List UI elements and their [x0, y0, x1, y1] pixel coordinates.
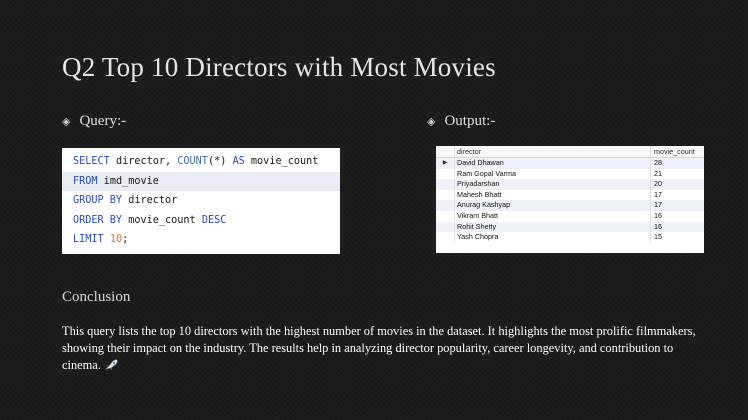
- table-row[interactable]: Anurag Kashyap 17: [436, 200, 704, 211]
- conclusion-heading: Conclusion: [62, 289, 131, 305]
- row-selector[interactable]: [436, 232, 454, 243]
- output-bullet: ◈ Output:-: [427, 113, 495, 130]
- conclusion-paragraph: This query lists the top 10 directors wi…: [62, 323, 702, 374]
- column-header-director[interactable]: director: [454, 146, 650, 157]
- sql-line-4: ORDER BY movie_count DESC: [62, 211, 340, 231]
- column-header-movie-count[interactable]: movie_count: [650, 146, 704, 157]
- sql-keyword: FROM: [73, 175, 98, 187]
- table-row[interactable]: Rohit Shetty 16: [436, 221, 704, 233]
- row-selector[interactable]: [436, 211, 454, 222]
- sql-query-panel: SELECT director, COUNT(*) AS movie_count…: [62, 148, 340, 254]
- row-selector[interactable]: [436, 179, 454, 190]
- table-row[interactable]: Ram Gopal Varma 21: [436, 168, 704, 180]
- sql-number: 10: [109, 234, 123, 245]
- sql-line-2: FROM imd_movie: [62, 171, 340, 191]
- cell-movie-count: 21: [650, 168, 704, 180]
- row-selector-header: [436, 146, 454, 157]
- cell-director: David Dhawan: [454, 158, 650, 169]
- table-row[interactable]: Mahesh Bhatt 17: [436, 189, 704, 201]
- row-selector[interactable]: [436, 190, 454, 201]
- cell-director: Priyadarshan: [454, 179, 650, 190]
- sql-text: (*): [207, 156, 233, 167]
- cell-movie-count: 16: [650, 221, 704, 233]
- slide-title: Q2 Top 10 Directors with Most Movies: [62, 52, 496, 82]
- diamond-bullet-icon: ◈: [62, 116, 71, 128]
- output-label: Output:-: [444, 113, 496, 129]
- cell-director: Yash Chopra: [454, 232, 650, 243]
- cell-movie-count: 17: [650, 189, 704, 201]
- row-selector[interactable]: [436, 222, 454, 233]
- cell-movie-count: 15: [650, 232, 704, 243]
- current-row-marker-icon[interactable]: ▶: [436, 158, 454, 169]
- row-selector[interactable]: [436, 169, 454, 180]
- query-label: Query:-: [79, 113, 127, 129]
- conclusion-text: This query lists the top 10 directors wi…: [62, 324, 696, 372]
- row-selector[interactable]: [436, 200, 454, 211]
- cell-director: Rohit Shetty: [454, 221, 650, 233]
- sql-keyword: DESC: [201, 214, 227, 226]
- diamond-bullet-icon: ◈: [427, 116, 436, 128]
- sql-line-3: GROUP BY director: [62, 191, 340, 211]
- query-bullet: ◈ Query:-: [62, 113, 126, 130]
- sql-line-5: LIMIT 10;: [62, 230, 340, 250]
- query-output-grid: director movie_count ▶ David Dhawan 28 Ram …: [436, 146, 704, 253]
- sql-text: director: [122, 195, 178, 206]
- sql-function: COUNT: [177, 156, 208, 167]
- cell-director: Vikram Bhatt: [454, 210, 650, 222]
- sql-keyword: SELECT: [73, 156, 110, 167]
- table-row[interactable]: Priyadarshan 20: [436, 179, 704, 190]
- sql-keyword: LIMIT: [73, 234, 104, 245]
- cell-movie-count: 17: [650, 200, 704, 211]
- sql-text: movie_count: [122, 214, 202, 226]
- sql-text: imd_movie: [97, 175, 159, 187]
- cell-director: Ram Gopal Varma: [454, 168, 650, 180]
- sql-text: movie_count: [244, 156, 319, 167]
- rocket-icon: [104, 359, 118, 370]
- sql-keyword: ORDER BY: [73, 214, 123, 226]
- grid-header: director movie_count: [436, 146, 704, 158]
- grid-body: ▶ David Dhawan 28 Ram Gopal Varma 21 Priyadar…: [436, 158, 704, 243]
- cell-movie-count: 28: [650, 158, 704, 169]
- table-row[interactable]: ▶ David Dhawan 28: [436, 158, 704, 169]
- cell-movie-count: 20: [650, 179, 704, 190]
- cell-movie-count: 16: [650, 210, 704, 222]
- table-row[interactable]: Vikram Bhatt 16: [436, 210, 704, 222]
- sql-keyword: AS: [232, 156, 245, 167]
- cell-director: Anurag Kashyap: [454, 200, 650, 211]
- table-row[interactable]: Yash Chopra 15: [436, 232, 704, 243]
- sql-text: director,: [109, 156, 178, 167]
- sql-text: ;: [122, 234, 129, 245]
- cell-director: Mahesh Bhatt: [454, 189, 650, 201]
- sql-keyword: GROUP BY: [73, 195, 123, 206]
- sql-line-1: SELECT director, COUNT(*) AS movie_count: [62, 152, 340, 172]
